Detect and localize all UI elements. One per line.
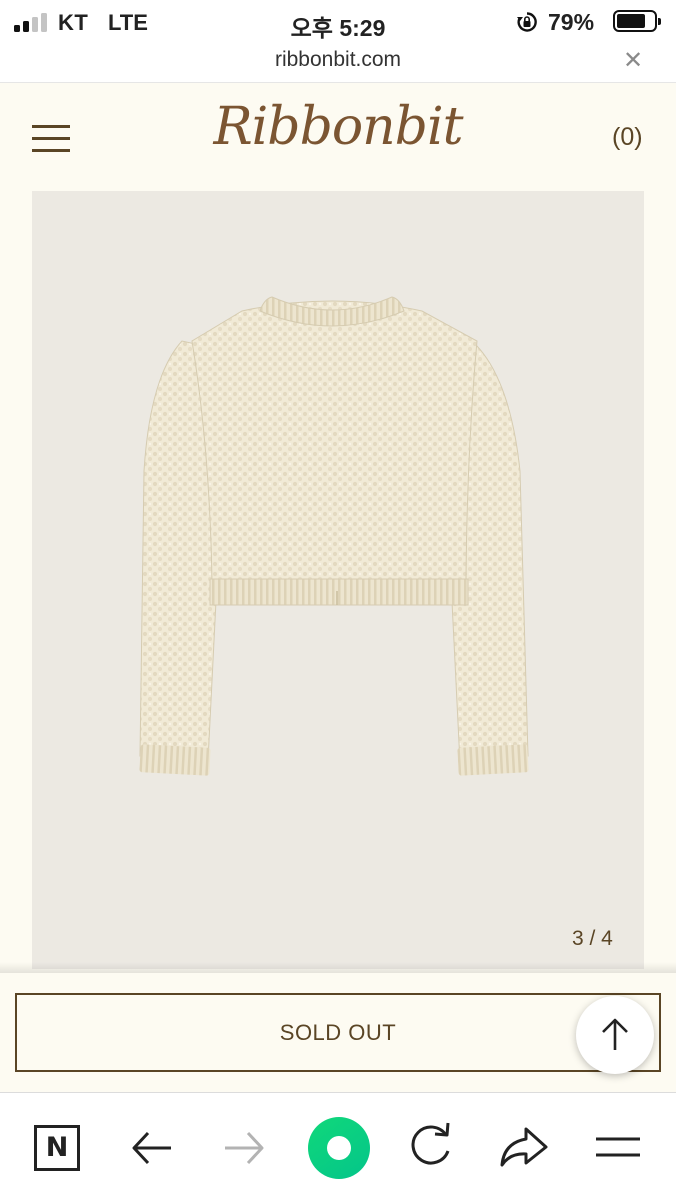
cart-count[interactable]: (0) xyxy=(612,123,643,152)
status-bar: KT LTE 오후 5:29 79% xyxy=(0,0,676,44)
green-home-icon[interactable] xyxy=(308,1117,370,1179)
sold-out-button[interactable]: SOLD OUT xyxy=(15,993,661,1072)
refresh-button[interactable] xyxy=(402,1115,462,1175)
menu-icon xyxy=(596,1137,640,1157)
back-button[interactable] xyxy=(124,1115,184,1175)
url-bar[interactable]: ribbonbit.com ✕ xyxy=(0,44,676,83)
back-arrow-icon xyxy=(132,1131,171,1165)
share-icon xyxy=(500,1127,548,1167)
url-text[interactable]: ribbonbit.com xyxy=(0,48,676,72)
sweater-image xyxy=(139,296,529,776)
close-icon[interactable]: ✕ xyxy=(618,46,648,76)
battery-icon xyxy=(613,10,661,32)
site-header: Ribbonbit (0) xyxy=(0,83,676,191)
menu-button[interactable] xyxy=(590,1115,650,1175)
forward-arrow-icon xyxy=(225,1131,264,1165)
rotation-lock-icon xyxy=(517,12,537,32)
forward-button[interactable] xyxy=(216,1115,276,1175)
image-counter: 3 / 4 xyxy=(572,927,613,950)
share-button[interactable] xyxy=(494,1115,554,1175)
brand-logo[interactable]: Ribbonbit xyxy=(0,97,676,157)
battery-percentage: 79% xyxy=(548,9,595,35)
arrow-up-icon xyxy=(602,1018,628,1050)
purchase-panel: SOLD OUT xyxy=(0,973,676,1091)
scroll-top-button[interactable] xyxy=(576,996,654,1074)
product-image[interactable]: 3 / 4 xyxy=(32,191,644,969)
naver-n-icon[interactable]: N xyxy=(34,1125,80,1171)
refresh-icon xyxy=(411,1122,450,1165)
browser-toolbar: N xyxy=(0,1092,676,1201)
